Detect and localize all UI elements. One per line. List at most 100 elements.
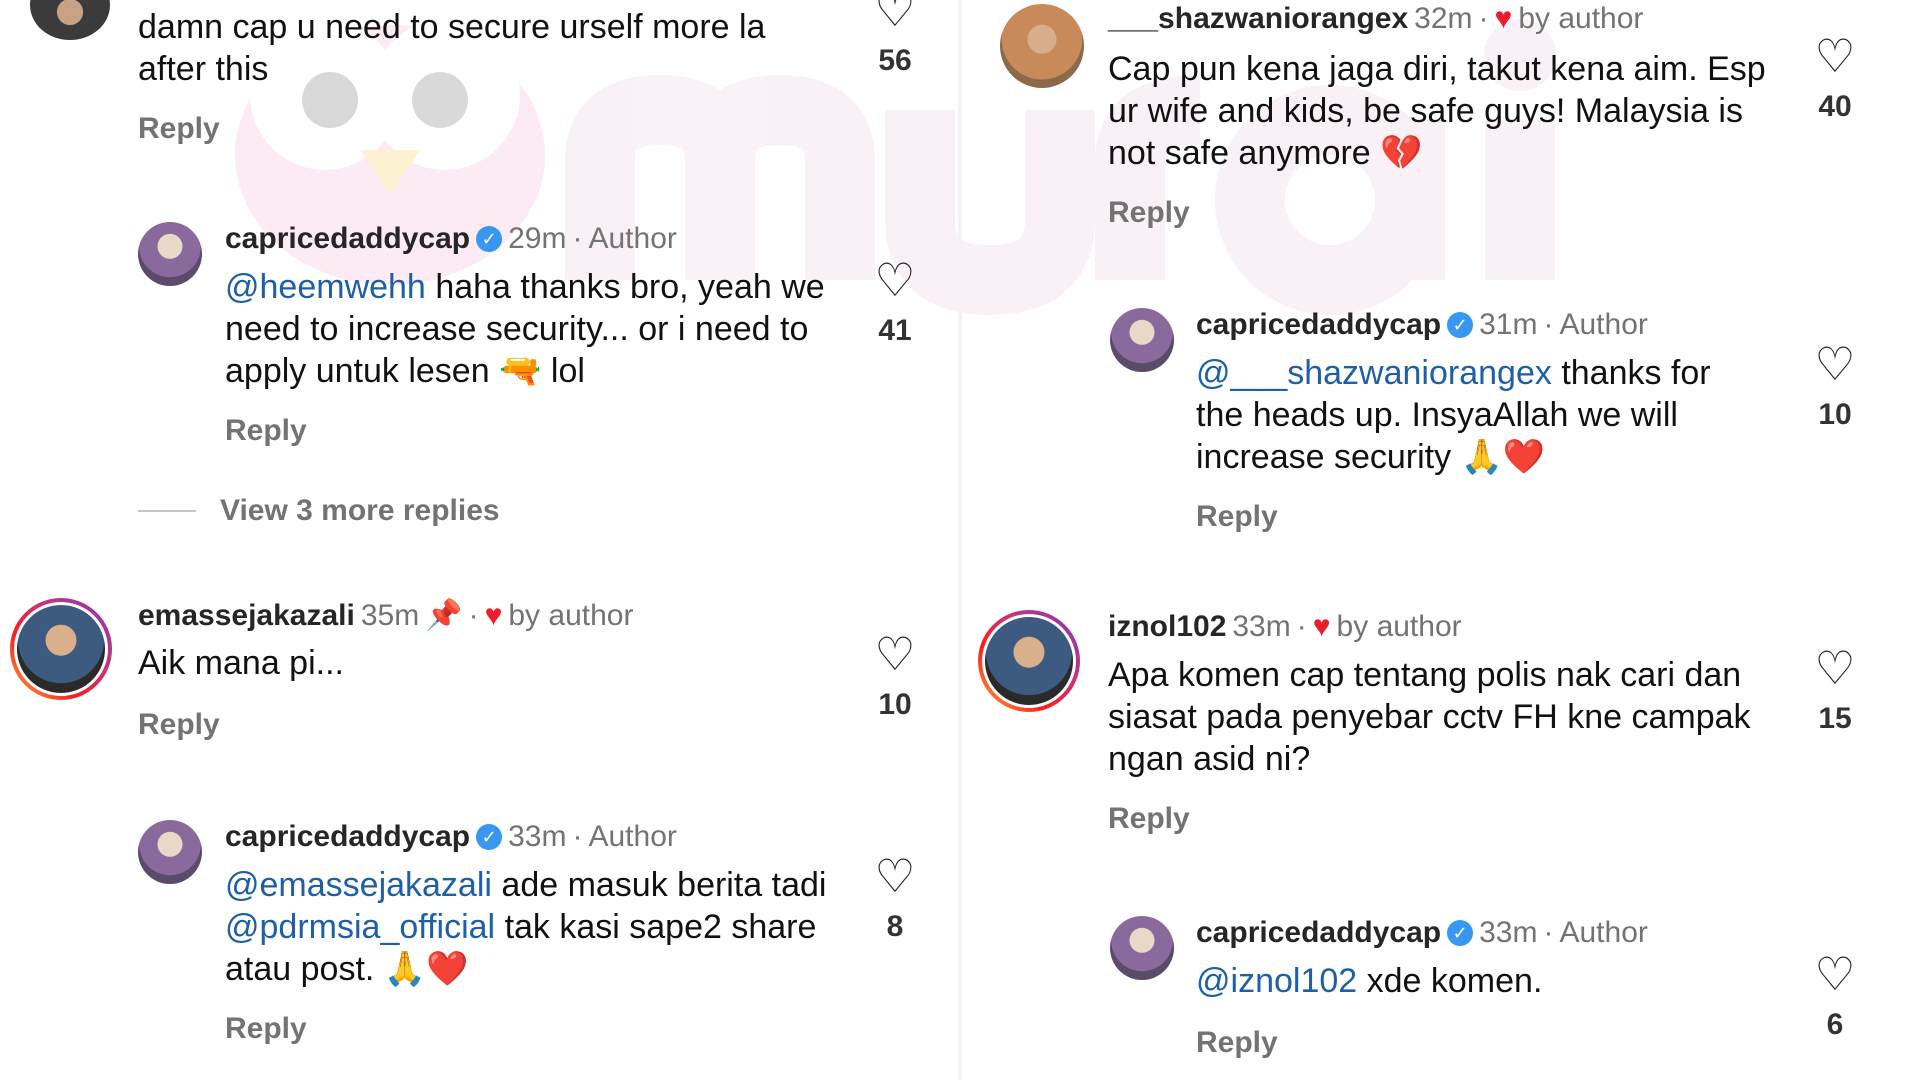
username[interactable]: iznol102 [1108, 610, 1226, 644]
comment-text: @emassejakazali ade masuk berita tadi @p… [225, 864, 845, 990]
heart-outline-icon[interactable]: ♡ [860, 254, 930, 306]
broken-heart-emoji: 💔 [1380, 133, 1423, 173]
meta-separator: · [1543, 916, 1554, 949]
left-comment-column: damn cap u need to secure urself more la… [0, 0, 960, 1080]
verified-badge-icon: ✓ [476, 824, 503, 850]
reply-button[interactable]: Reply [1196, 500, 1278, 534]
timestamp: 33m [1232, 610, 1291, 643]
comment-meta: emassejakazali 35m 📌 · ♥ by author [138, 598, 633, 633]
comment-meta: capricedaddycap ✓ 29m · Author [225, 222, 677, 256]
liked-by-author-label: by author [1336, 610, 1462, 643]
like-count: 40 [1818, 90, 1852, 123]
like-control: ♡ 40 [1800, 30, 1870, 124]
comment-meta: capricedaddycap ✓ 33m · Author [225, 820, 677, 854]
pray-heart-emoji: 🙏❤️ [383, 949, 469, 989]
mention-link[interactable]: @___shazwaniorangex [1196, 354, 1552, 392]
meta-separator: · [1543, 308, 1554, 341]
comment-meta: ___shazwaniorangex 32m · ♥ by author [1108, 2, 1643, 36]
mention-link[interactable]: @iznol102 [1196, 962, 1357, 1000]
timestamp: 31m [1479, 308, 1538, 341]
author-label: Author [588, 820, 677, 853]
username[interactable]: capricedaddycap [1196, 916, 1441, 950]
timestamp: 29m [508, 222, 567, 255]
username[interactable]: capricedaddycap [225, 222, 470, 256]
water-gun-emoji: 🔫 [499, 351, 542, 391]
view-more-replies[interactable]: View 3 more replies [138, 494, 500, 528]
heart-outline-icon[interactable]: ♡ [860, 850, 930, 902]
avatar[interactable] [138, 820, 202, 884]
avatar [982, 614, 1076, 708]
username[interactable]: capricedaddycap [1196, 308, 1441, 342]
comment-text: damn cap u need to secure urself more la… [138, 8, 766, 88]
view-more-label: View 3 more replies [220, 494, 500, 527]
heart-outline-icon[interactable]: ♡ [860, 628, 930, 680]
like-control: ♡ 10 [1800, 338, 1870, 432]
divider-line [138, 510, 196, 512]
username[interactable]: emassejakazali [138, 599, 355, 633]
mention-link[interactable]: @emassejakazali [225, 866, 492, 904]
heart-filled-icon: ♥ [484, 598, 503, 632]
pray-heart-emoji: 🙏❤️ [1460, 437, 1546, 477]
verified-badge-icon: ✓ [476, 226, 503, 252]
avatar[interactable] [138, 222, 202, 286]
comment-text: @heemwehh haha thanks bro, yeah we need … [225, 266, 845, 392]
reply-button[interactable]: Reply [1108, 802, 1190, 836]
like-count: 8 [886, 910, 904, 943]
reply-button[interactable]: Reply [225, 414, 307, 448]
liked-by-author-label: by author [1518, 2, 1644, 35]
comment-thread-0: damn cap u need to secure urself more la… [0, 0, 960, 150]
comment-text: Aik mana pi... [138, 644, 344, 682]
like-control: ♡ 15 [1800, 642, 1870, 736]
heart-outline-icon[interactable]: ♡ [1800, 642, 1870, 694]
mention-link[interactable]: @pdrmsia_official [225, 908, 495, 946]
avatar [14, 602, 108, 696]
verified-badge-icon: ✓ [1447, 312, 1474, 338]
avatar[interactable] [1110, 308, 1174, 372]
reply-button[interactable]: Reply [225, 1012, 307, 1046]
comment-text: @___shazwaniorangex thanks for the heads… [1196, 352, 1756, 478]
like-control: ♡ 8 [860, 850, 930, 944]
comment-body: ade masuk berita tadi [501, 866, 827, 904]
like-control: ♡ 56 [860, 0, 930, 78]
comment-body-end: lol [550, 352, 585, 390]
timestamp: 33m [1479, 916, 1538, 949]
heart-filled-icon: ♥ [1494, 2, 1513, 35]
verified-badge-icon: ✓ [1447, 920, 1474, 946]
like-count: 15 [1818, 702, 1852, 735]
like-count: 10 [1818, 398, 1852, 431]
reply-button[interactable]: Reply [138, 112, 220, 146]
avatar[interactable] [1110, 916, 1174, 980]
timestamp: 33m [508, 820, 567, 853]
author-label: Author [1559, 916, 1648, 949]
meta-separator: · [1296, 610, 1307, 643]
heart-outline-icon[interactable]: ♡ [1800, 30, 1870, 82]
author-label: Author [1559, 308, 1648, 341]
avatar[interactable] [30, 0, 110, 40]
heart-outline-icon[interactable]: ♡ [860, 0, 930, 36]
heart-outline-icon[interactable]: ♡ [1800, 948, 1870, 1000]
avatar[interactable] [1000, 4, 1084, 88]
like-control: ♡ 10 [860, 628, 930, 722]
right-comment-column: ___shazwaniorangex 32m · ♥ by author Cap… [960, 0, 1920, 1080]
mention-link[interactable]: @heemwehh [225, 268, 426, 306]
like-control: ♡ 41 [860, 254, 930, 348]
reply-button[interactable]: Reply [1196, 1026, 1278, 1060]
like-count: 41 [878, 314, 912, 347]
comment-meta: iznol102 33m · ♥ by author [1108, 610, 1462, 644]
avatar-story-ring[interactable] [10, 598, 112, 700]
comment-text: Cap pun kena jaga diri, takut kena aim. … [1108, 48, 1778, 174]
username[interactable]: ___shazwaniorangex [1108, 2, 1408, 36]
timestamp: 32m [1414, 2, 1473, 35]
avatar-story-ring[interactable] [978, 610, 1080, 712]
like-count: 56 [878, 44, 912, 77]
like-count: 10 [878, 688, 912, 721]
heart-outline-icon[interactable]: ♡ [1800, 338, 1870, 390]
comment-text: Apa komen cap tentang polis nak cari dan… [1108, 656, 1751, 778]
meta-separator: · [572, 820, 583, 853]
pin-icon: 📌 [425, 598, 463, 633]
author-label: Author [588, 222, 677, 255]
comment-text: @iznol102 xde komen. [1196, 960, 1756, 1002]
reply-button[interactable]: Reply [1108, 196, 1190, 230]
reply-button[interactable]: Reply [138, 708, 220, 742]
username[interactable]: capricedaddycap [225, 820, 470, 854]
